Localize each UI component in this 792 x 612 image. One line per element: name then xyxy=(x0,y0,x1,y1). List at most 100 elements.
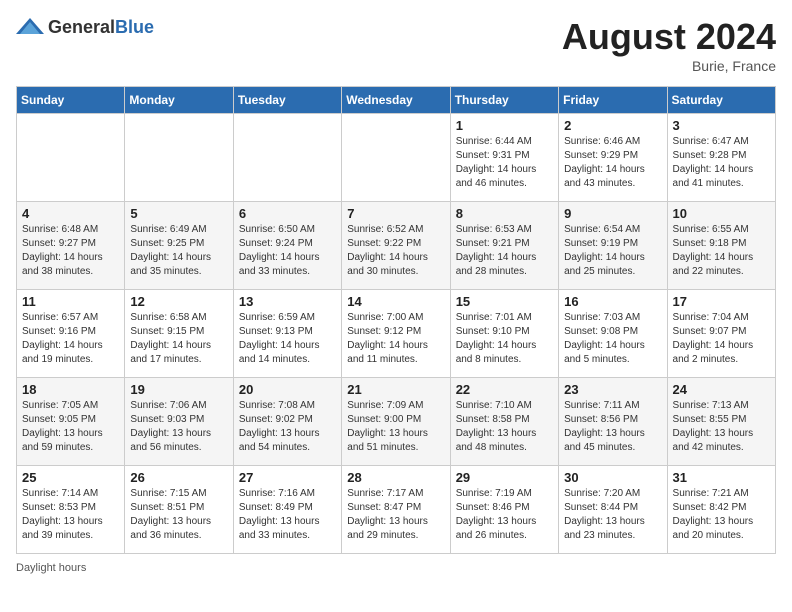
day-of-week-header: Tuesday xyxy=(233,87,341,114)
calendar-cell: 11 Sunrise: 6:57 AMSunset: 9:16 PMDayligh… xyxy=(17,290,125,378)
calendar-cell: 2Sunrise: 6:46 AMSunset: 9:29 PMDaylight… xyxy=(559,114,667,202)
day-number: 7 xyxy=(347,206,444,221)
calendar-cell: 30Sunrise: 7:20 AMSunset: 8:44 PMDayligh… xyxy=(559,466,667,554)
calendar-cell: 1 Sunrise: 6:44 AMSunset: 9:31 PMDaylight… xyxy=(450,114,558,202)
day-number: 30 xyxy=(564,470,661,485)
calendar-table: SundayMondayTuesdayWednesdayThursdayFrid… xyxy=(16,86,776,554)
day-number: 23 xyxy=(564,382,661,397)
day-info: Sunrise: 6:58 AMSunset: 9:15 PMDaylight:… xyxy=(130,311,227,367)
title-block: August 2024 Burie, France xyxy=(562,16,776,74)
day-info: Sunrise: 7:11 AMSunset: 8:56 PMDaylight:… xyxy=(564,399,661,455)
logo: GeneralBlue xyxy=(16,16,154,38)
day-number: 12 xyxy=(130,294,227,309)
calendar-cell: 22 Sunrise: 7:10 AMSunset: 8:58 PMDayligh… xyxy=(450,378,558,466)
day-number: 22 xyxy=(456,382,553,397)
day-info: Sunrise: 7:09 AMSunset: 9:00 PMDaylight:… xyxy=(347,399,444,455)
day-info: Sunrise: 7:13 AMSunset: 8:55 PMDaylight:… xyxy=(673,399,770,455)
day-number: 17 xyxy=(673,294,770,309)
calendar-cell: 9 Sunrise: 6:54 AMSunset: 9:19 PMDaylight… xyxy=(559,202,667,290)
calendar-cell xyxy=(125,114,233,202)
day-info: Sunrise: 7:16 AMSunset: 8:49 PMDaylight:… xyxy=(239,487,336,543)
day-of-week-header: Monday xyxy=(125,87,233,114)
day-info: Sunrise: 6:50 AMSunset: 9:24 PMDaylight:… xyxy=(239,223,336,279)
calendar-cell xyxy=(17,114,125,202)
calendar-cell: 10 Sunrise: 6:55 AMSunset: 9:18 PMDayligh… xyxy=(667,202,775,290)
day-info: Sunrise: 7:14 AMSunset: 8:53 PMDaylight:… xyxy=(22,487,119,543)
day-number: 9 xyxy=(564,206,661,221)
day-number: 29 xyxy=(456,470,553,485)
day-info: Sunrise: 7:01 AMSunset: 9:10 PMDaylight:… xyxy=(456,311,553,367)
logo-icon xyxy=(16,16,44,38)
daylight-label: Daylight hours xyxy=(16,562,86,574)
day-info: Sunrise: 6:46 AMSunset: 9:29 PMDaylight:… xyxy=(564,135,661,191)
day-info: Sunrise: 6:59 AMSunset: 9:13 PMDaylight:… xyxy=(239,311,336,367)
calendar-cell: 4 Sunrise: 6:48 AMSunset: 9:27 PMDaylight… xyxy=(17,202,125,290)
day-info: Sunrise: 7:03 AMSunset: 9:08 PMDaylight:… xyxy=(564,311,661,367)
day-number: 13 xyxy=(239,294,336,309)
day-info: Sunrise: 6:54 AMSunset: 9:19 PMDaylight:… xyxy=(564,223,661,279)
calendar-cell: 27 Sunrise: 7:16 AMSunset: 8:49 PMDayligh… xyxy=(233,466,341,554)
calendar-cell xyxy=(233,114,341,202)
calendar-cell: 6Sunrise: 6:50 AMSunset: 9:24 PMDaylight… xyxy=(233,202,341,290)
day-number: 18 xyxy=(22,382,119,397)
calendar-cell: 28 Sunrise: 7:17 AMSunset: 8:47 PMDayligh… xyxy=(342,466,450,554)
day-number: 21 xyxy=(347,382,444,397)
day-number: 8 xyxy=(456,206,553,221)
day-number: 27 xyxy=(239,470,336,485)
day-of-week-header: Thursday xyxy=(450,87,558,114)
day-number: 24 xyxy=(673,382,770,397)
day-number: 11 xyxy=(22,294,119,309)
day-info: Sunrise: 7:06 AMSunset: 9:03 PMDaylight:… xyxy=(130,399,227,455)
calendar-cell: 7 Sunrise: 6:52 AMSunset: 9:22 PMDaylight… xyxy=(342,202,450,290)
day-number: 1 xyxy=(456,118,553,133)
calendar-cell: 3Sunrise: 6:47 AMSunset: 9:28 PMDaylight… xyxy=(667,114,775,202)
calendar-cell xyxy=(342,114,450,202)
day-info: Sunrise: 6:52 AMSunset: 9:22 PMDaylight:… xyxy=(347,223,444,279)
day-info: Sunrise: 6:44 AMSunset: 9:31 PMDaylight:… xyxy=(456,135,553,191)
calendar-cell: 29 Sunrise: 7:19 AMSunset: 8:46 PMDayligh… xyxy=(450,466,558,554)
logo-blue: Blue xyxy=(115,17,154,37)
day-number: 14 xyxy=(347,294,444,309)
day-number: 28 xyxy=(347,470,444,485)
day-info: Sunrise: 6:49 AMSunset: 9:25 PMDaylight:… xyxy=(130,223,227,279)
location-label: Burie, France xyxy=(562,58,776,74)
day-of-week-header: Friday xyxy=(559,87,667,114)
day-number: 16 xyxy=(564,294,661,309)
calendar-cell: 18Sunrise: 7:05 AMSunset: 9:05 PMDayligh… xyxy=(17,378,125,466)
calendar-cell: 23 Sunrise: 7:11 AMSunset: 8:56 PMDayligh… xyxy=(559,378,667,466)
day-number: 20 xyxy=(239,382,336,397)
day-info: Sunrise: 6:48 AMSunset: 9:27 PMDaylight:… xyxy=(22,223,119,279)
calendar-cell: 5 Sunrise: 6:49 AMSunset: 9:25 PMDaylight… xyxy=(125,202,233,290)
page-header: GeneralBlue August 2024 Burie, France xyxy=(16,16,776,74)
day-info: Sunrise: 6:47 AMSunset: 9:28 PMDaylight:… xyxy=(673,135,770,191)
calendar-cell: 13 Sunrise: 6:59 AMSunset: 9:13 PMDayligh… xyxy=(233,290,341,378)
calendar-cell: 25 Sunrise: 7:14 AMSunset: 8:53 PMDayligh… xyxy=(17,466,125,554)
day-of-week-header: Wednesday xyxy=(342,87,450,114)
month-year-title: August 2024 xyxy=(562,16,776,58)
footer: Daylight hours xyxy=(16,562,776,574)
day-number: 25 xyxy=(22,470,119,485)
day-info: Sunrise: 6:57 AMSunset: 9:16 PMDaylight:… xyxy=(22,311,119,367)
calendar-cell: 8Sunrise: 6:53 AMSunset: 9:21 PMDaylight… xyxy=(450,202,558,290)
day-info: Sunrise: 7:17 AMSunset: 8:47 PMDaylight:… xyxy=(347,487,444,543)
calendar-cell: 20 Sunrise: 7:08 AMSunset: 9:02 PMDayligh… xyxy=(233,378,341,466)
day-number: 4 xyxy=(22,206,119,221)
day-info: Sunrise: 7:08 AMSunset: 9:02 PMDaylight:… xyxy=(239,399,336,455)
calendar-cell: 14 Sunrise: 7:00 AMSunset: 9:12 PMDayligh… xyxy=(342,290,450,378)
calendar-cell: 12 Sunrise: 6:58 AMSunset: 9:15 PMDayligh… xyxy=(125,290,233,378)
day-number: 26 xyxy=(130,470,227,485)
calendar-cell: 17Sunrise: 7:04 AMSunset: 9:07 PMDayligh… xyxy=(667,290,775,378)
day-info: Sunrise: 6:55 AMSunset: 9:18 PMDaylight:… xyxy=(673,223,770,279)
day-info: Sunrise: 7:10 AMSunset: 8:58 PMDaylight:… xyxy=(456,399,553,455)
day-number: 31 xyxy=(673,470,770,485)
day-number: 19 xyxy=(130,382,227,397)
day-number: 5 xyxy=(130,206,227,221)
day-info: Sunrise: 7:00 AMSunset: 9:12 PMDaylight:… xyxy=(347,311,444,367)
calendar-cell: 21 Sunrise: 7:09 AMSunset: 9:00 PMDayligh… xyxy=(342,378,450,466)
day-number: 10 xyxy=(673,206,770,221)
day-info: Sunrise: 7:21 AMSunset: 8:42 PMDaylight:… xyxy=(673,487,770,543)
day-info: Sunrise: 7:15 AMSunset: 8:51 PMDaylight:… xyxy=(130,487,227,543)
calendar-cell: 19 Sunrise: 7:06 AMSunset: 9:03 PMDayligh… xyxy=(125,378,233,466)
day-info: Sunrise: 7:19 AMSunset: 8:46 PMDaylight:… xyxy=(456,487,553,543)
calendar-cell: 31 Sunrise: 7:21 AMSunset: 8:42 PMDayligh… xyxy=(667,466,775,554)
